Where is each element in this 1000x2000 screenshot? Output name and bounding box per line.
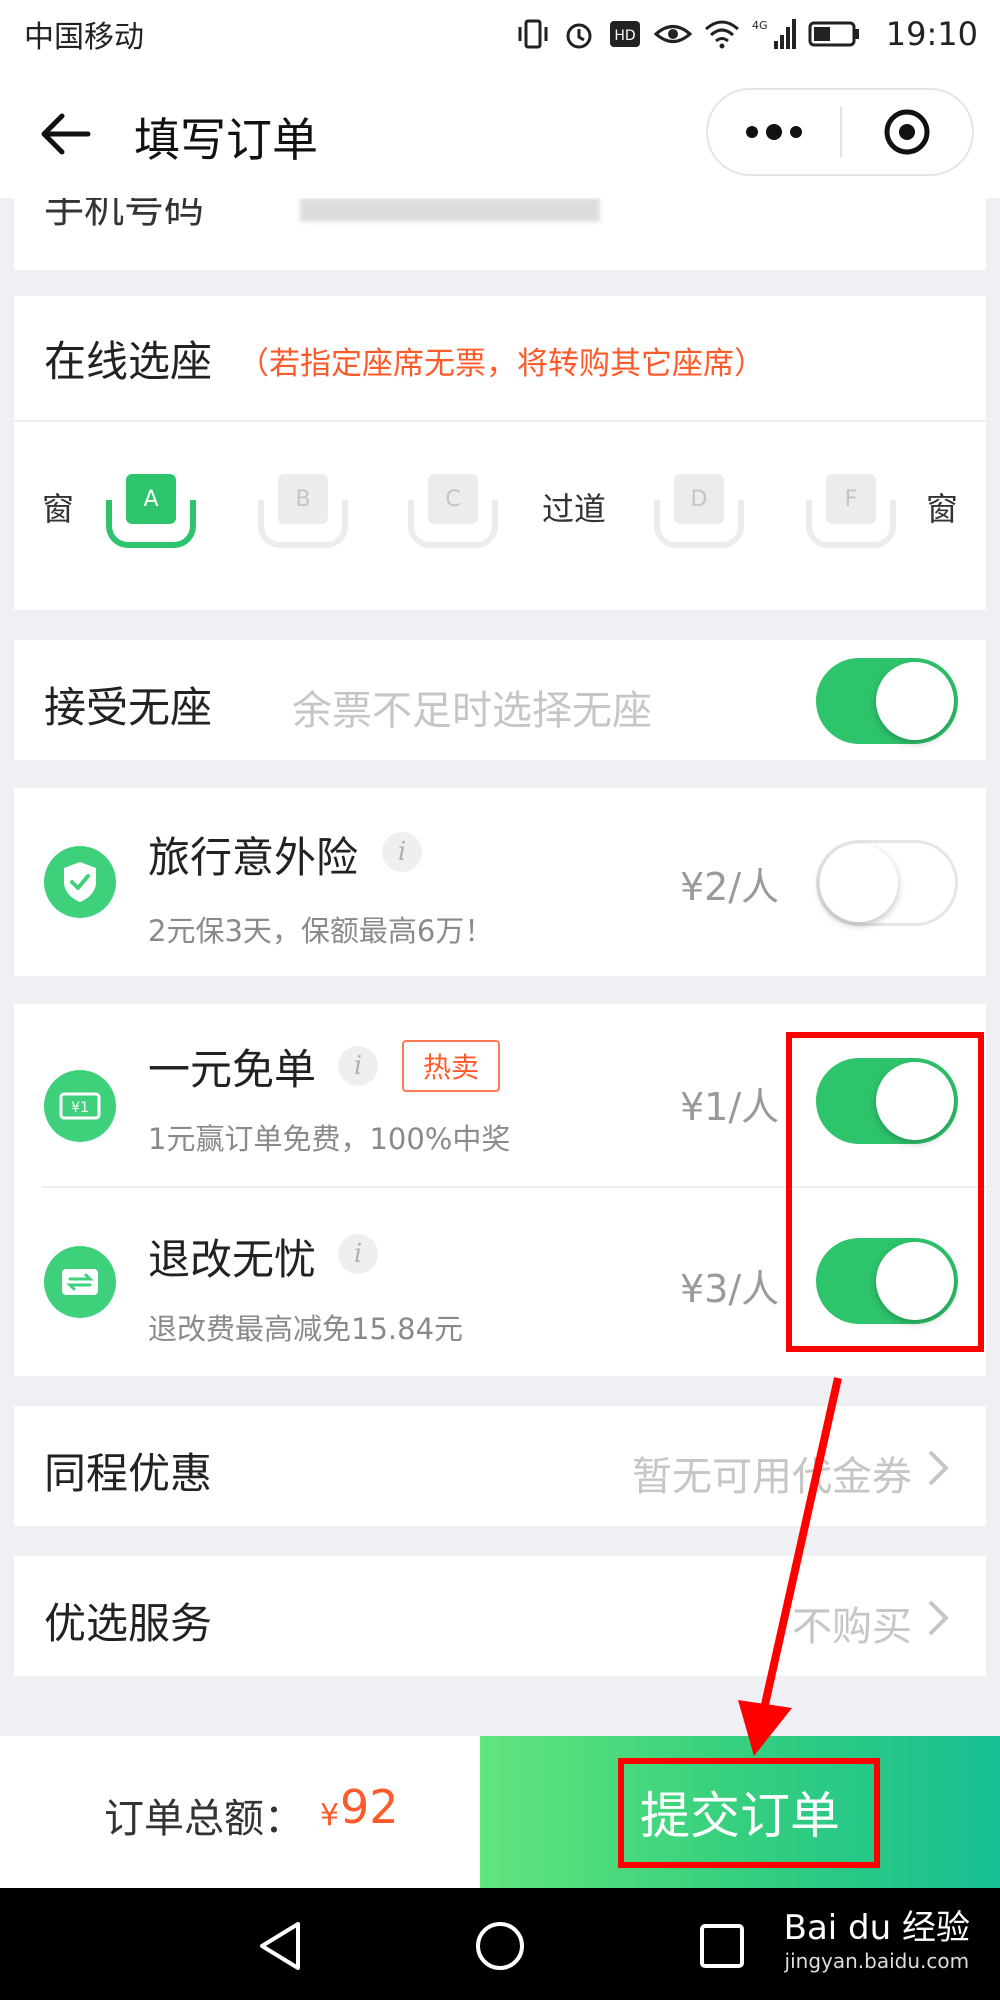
system-nav-bar: Bai du 经验 jingyan.baidu.com <box>0 1888 1000 2000</box>
wifi-icon <box>704 16 740 52</box>
free-order-desc: 1元赢订单免费，100%中奖 <box>148 1122 511 1156</box>
refund-worry-free-price: ¥3/人 <box>680 1267 780 1311</box>
toggle-knob <box>876 662 954 740</box>
total-label: 订单总额： <box>104 1796 304 1842</box>
total-currency: ¥ <box>320 1798 340 1833</box>
accept-no-seat-toggle[interactable] <box>816 658 958 744</box>
phone-number-row: 手机号码 <box>14 198 986 270</box>
back-button[interactable] <box>36 106 96 162</box>
seat-selection-title: 在线选座 <box>44 337 213 386</box>
seat-f[interactable]: F <box>806 474 898 550</box>
status-icons: HD 4G 19:10 <box>516 15 978 53</box>
shield-check-icon <box>44 846 116 918</box>
window-label-left: 窗 <box>42 490 75 528</box>
baidu-jingyan-watermark: Bai du 经验 jingyan.baidu.com <box>784 1908 970 1973</box>
accept-no-seat-hint: 余票不足时选择无座 <box>292 688 652 734</box>
total-amount: 92 <box>340 1780 399 1834</box>
toggle-knob <box>820 844 898 922</box>
divider <box>14 420 986 422</box>
travel-insurance-desc: 2元保3天，保额最高6万！ <box>148 914 494 948</box>
page-title: 填写订单 <box>134 113 318 167</box>
triangle-back-icon <box>260 1922 300 1970</box>
close-miniprogram-button[interactable] <box>842 90 972 174</box>
chevron-right-icon <box>928 1450 949 1486</box>
nav-home-button[interactable] <box>470 1916 530 1976</box>
info-icon[interactable]: i <box>338 1046 378 1086</box>
order-summary-bar: 订单总额： ¥ 92 提交订单 <box>0 1736 1000 1888</box>
seat-letter: C <box>428 474 478 524</box>
refund-worry-free-desc: 退改费最高减免15.84元 <box>148 1312 464 1346</box>
hot-sale-badge: 热卖 <box>402 1040 500 1092</box>
hd-icon: HD <box>608 16 642 52</box>
svg-text:4G: 4G <box>752 19 768 32</box>
travel-insurance-name: 旅行意外险 <box>148 833 359 882</box>
toggle-knob <box>876 1242 954 1320</box>
divider <box>42 1186 986 1188</box>
more-button[interactable] <box>708 90 840 174</box>
seat-d[interactable]: D <box>654 474 746 550</box>
accept-no-seat-row: 接受无座 余票不足时选择无座 <box>14 640 986 760</box>
seat-selection-card: 在线选座 （若指定座席无票，将转购其它座席） 窗 A B C 过道 D F 窗 <box>14 296 986 610</box>
target-icon <box>884 109 930 155</box>
info-icon[interactable]: i <box>338 1234 378 1274</box>
seat-a[interactable]: A <box>106 474 198 550</box>
seat-c[interactable]: C <box>408 474 500 550</box>
travel-insurance-price: ¥2/人 <box>680 865 780 909</box>
preferred-service-title: 优选服务 <box>44 1599 213 1648</box>
eye-icon <box>653 16 692 52</box>
status-bar: 中国移动 HD 4G 19:10 <box>0 0 1000 68</box>
phone-value-redacted <box>300 198 600 222</box>
info-icon[interactable]: i <box>382 832 422 872</box>
accept-no-seat-title: 接受无座 <box>44 683 213 732</box>
travel-insurance-toggle[interactable] <box>816 840 958 926</box>
more-dots-icon <box>746 124 802 140</box>
alarm-icon <box>562 16 596 52</box>
title-bar: 填写订单 <box>0 68 1000 198</box>
carrier-name: 中国移动 <box>24 20 144 55</box>
refund-worry-free-name: 退改无忧 <box>148 1235 317 1284</box>
seat-letter: A <box>126 474 176 524</box>
signal-icon: 4G <box>752 16 796 52</box>
watermark-url: jingyan.baidu.com <box>784 1948 970 1973</box>
seat-b[interactable]: B <box>258 474 350 550</box>
refund-worry-free-toggle[interactable] <box>816 1238 958 1324</box>
square-recents-icon <box>700 1924 744 1968</box>
toggle-knob <box>876 1062 954 1140</box>
free-order-toggle[interactable] <box>816 1058 958 1144</box>
vibrate-icon <box>516 16 550 52</box>
seat-letter: D <box>674 474 724 524</box>
preferred-service-value: 不购买 <box>792 1604 912 1650</box>
nav-back-button[interactable] <box>250 1916 310 1976</box>
preferred-service-row[interactable]: 优选服务 不购买 <box>14 1556 986 1676</box>
seat-letter: F <box>826 474 876 524</box>
circle-home-icon <box>476 1922 524 1970</box>
aisle-label: 过道 <box>542 490 607 528</box>
battery-icon <box>808 16 860 52</box>
seat-letter: B <box>278 474 328 524</box>
clock: 19:10 <box>885 15 978 53</box>
coupon-yuan-icon: ¥1 <box>44 1070 116 1142</box>
addon-services-card: ¥1 一元免单 i 热卖 1元赢订单免费，100%中奖 ¥1/人 退改无忧 i … <box>14 1004 986 1376</box>
seat-selection-note: （若指定座席无票，将转购其它座席） <box>238 346 765 382</box>
watermark-brand: Bai du 经验 <box>783 1908 970 1948</box>
window-label-right: 窗 <box>926 490 959 528</box>
phone-label: 手机号码 <box>44 198 204 232</box>
coupon-row[interactable]: 同程优惠 暂无可用代金券 <box>14 1406 986 1526</box>
svg-text:¥1: ¥1 <box>71 1100 89 1116</box>
free-order-price: ¥1/人 <box>680 1085 780 1129</box>
arrow-left-icon <box>41 113 91 155</box>
svg-text:HD: HD <box>614 28 635 44</box>
exchange-ticket-icon <box>44 1246 116 1318</box>
miniprogram-capsule <box>706 88 974 176</box>
submit-order-button[interactable]: 提交订单 <box>480 1736 1000 1888</box>
nav-recents-button[interactable] <box>692 1916 752 1976</box>
travel-insurance-row: 旅行意外险 i 2元保3天，保额最高6万！ ¥2/人 <box>14 788 986 976</box>
free-order-name: 一元免单 <box>148 1045 317 1094</box>
coupon-title: 同程优惠 <box>44 1449 213 1498</box>
coupon-value: 暂无可用代金券 <box>632 1454 912 1500</box>
chevron-right-icon <box>928 1600 949 1636</box>
